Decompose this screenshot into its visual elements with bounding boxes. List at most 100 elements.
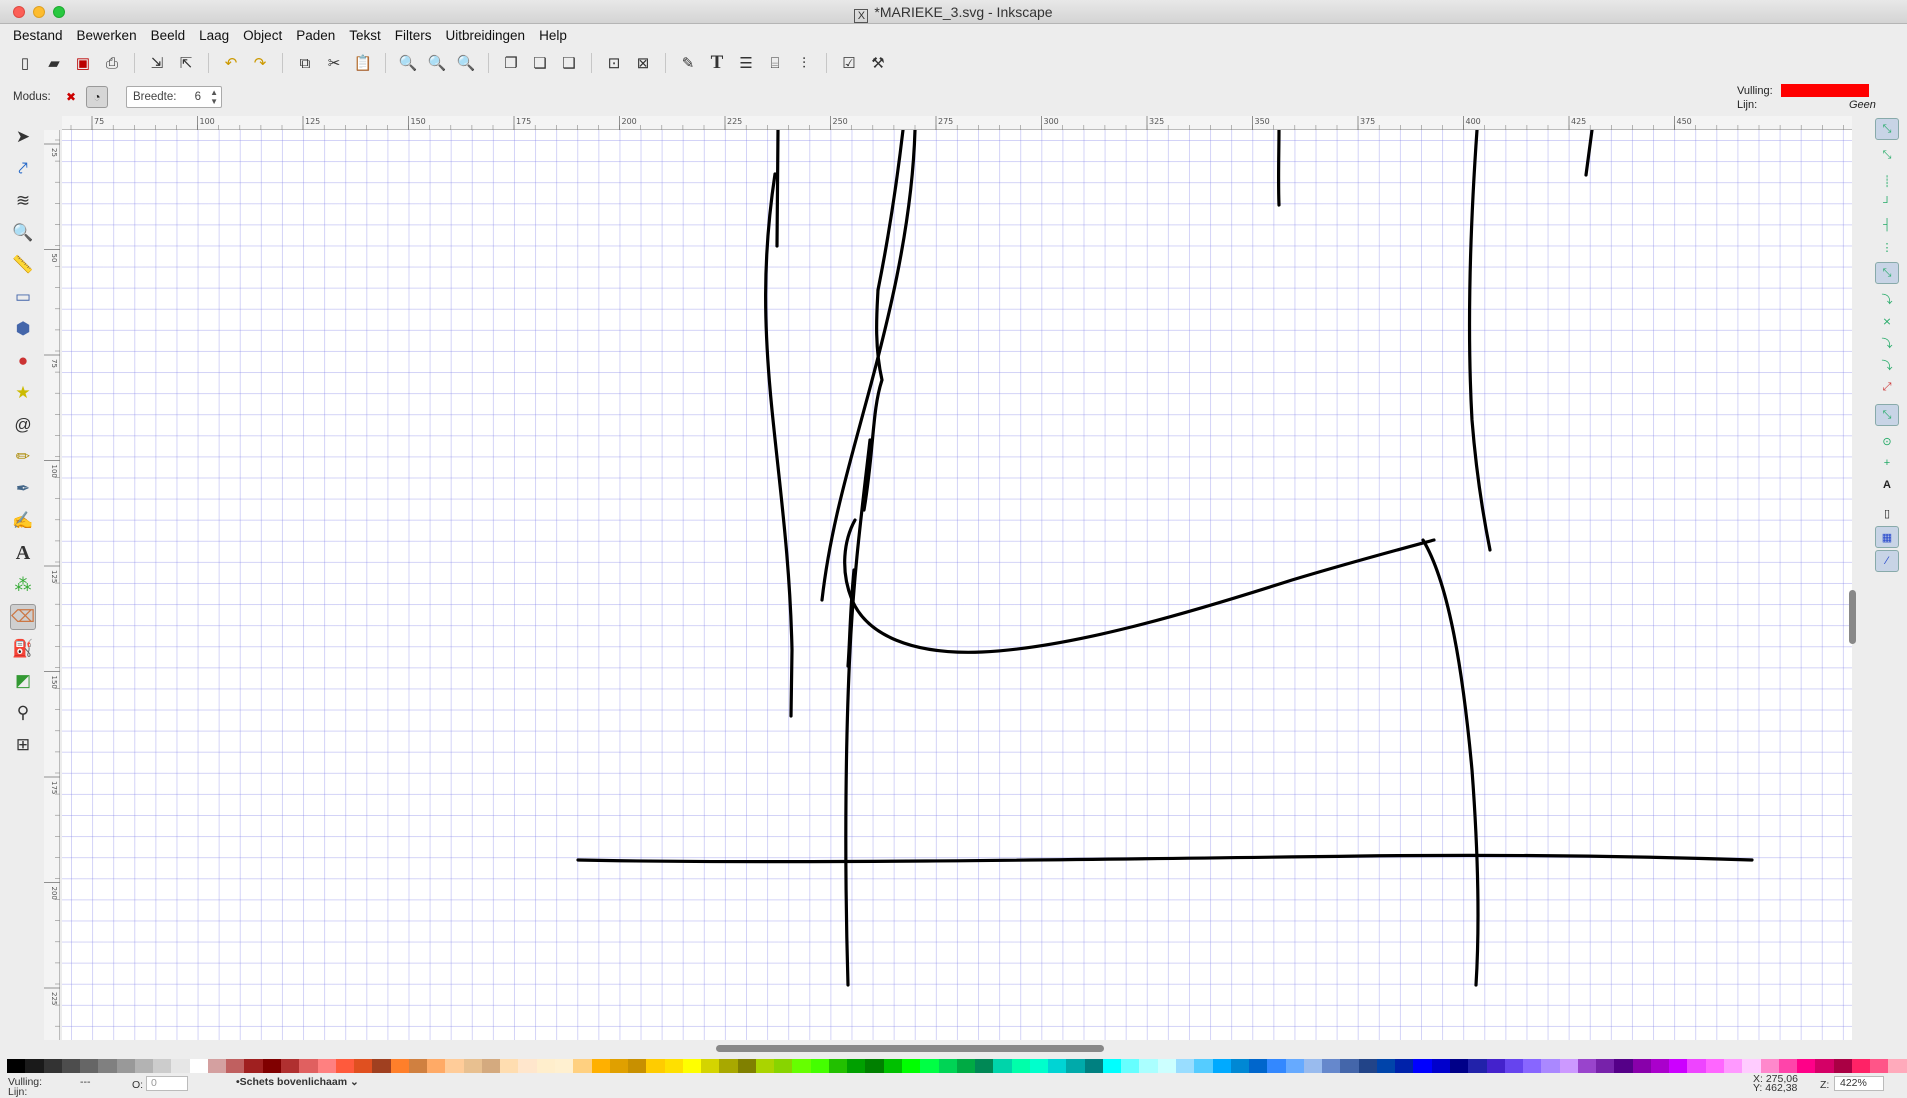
palette-swatch[interactable] — [1194, 1059, 1212, 1073]
snap-center-icon[interactable]: ⊙ — [1875, 430, 1899, 452]
palette-swatch[interactable] — [135, 1059, 153, 1073]
palette-swatch[interactable] — [1231, 1059, 1249, 1073]
palette-swatch[interactable] — [1468, 1059, 1486, 1073]
palette-swatch[interactable] — [537, 1059, 555, 1073]
ellipse-tool-icon[interactable]: ● — [10, 348, 36, 374]
menu-beeld[interactable]: Beeld — [144, 28, 193, 43]
palette-swatch[interactable] — [1761, 1059, 1779, 1073]
palette-swatch[interactable] — [372, 1059, 390, 1073]
palette-swatch[interactable] — [847, 1059, 865, 1073]
horizontal-scroll-thumb[interactable] — [716, 1045, 1104, 1052]
snap-enable-icon[interactable]: ⤡ — [1875, 118, 1899, 140]
snap-page-border-icon[interactable]: ▯ — [1875, 502, 1899, 524]
palette-swatch[interactable] — [1487, 1059, 1505, 1073]
rectangle-tool-icon[interactable]: ▭ — [10, 284, 36, 310]
palette-swatch[interactable] — [1213, 1059, 1231, 1073]
export-icon[interactable]: ⇱ — [175, 52, 197, 74]
palette-swatch[interactable] — [573, 1059, 591, 1073]
palette-swatch[interactable] — [1596, 1059, 1614, 1073]
palette-swatch[interactable] — [1377, 1059, 1395, 1073]
palette-swatch[interactable] — [738, 1059, 756, 1073]
palette-swatch[interactable] — [701, 1059, 719, 1073]
menu-paden[interactable]: Paden — [289, 28, 342, 43]
palette-swatch[interactable] — [902, 1059, 920, 1073]
palette-swatch[interactable] — [1048, 1059, 1066, 1073]
palette-swatch[interactable] — [1742, 1059, 1760, 1073]
menu-help[interactable]: Help — [532, 28, 574, 43]
palette-swatch[interactable] — [1815, 1059, 1833, 1073]
calligraphy-tool-icon[interactable]: ✍ — [10, 508, 36, 534]
palette-swatch[interactable] — [792, 1059, 810, 1073]
text-tool-icon[interactable]: A — [10, 540, 36, 566]
palette-swatch[interactable] — [281, 1059, 299, 1073]
drawing-artwork[interactable] — [62, 130, 1852, 1040]
palette-swatch[interactable] — [1523, 1059, 1541, 1073]
palette-swatch[interactable] — [171, 1059, 189, 1073]
selector-tool-icon[interactable]: ➤ — [10, 124, 36, 150]
palette-swatch[interactable] — [1578, 1059, 1596, 1073]
palette-swatch[interactable] — [354, 1059, 372, 1073]
stroke-value[interactable]: Geen — [1849, 99, 1876, 111]
snap-path-icon[interactable]: ⤵ — [1875, 288, 1899, 310]
snap-bbox-corner-icon[interactable]: ┘ — [1875, 192, 1899, 214]
palette-swatch[interactable] — [957, 1059, 975, 1073]
palette-swatch[interactable] — [1359, 1059, 1377, 1073]
eraser-tool-icon[interactable]: ⌫ — [10, 604, 36, 630]
palette-swatch[interactable] — [884, 1059, 902, 1073]
snap-bbox-edge-icon[interactable]: ┊ — [1875, 170, 1899, 192]
palette-swatch[interactable] — [409, 1059, 427, 1073]
palette-swatch[interactable] — [190, 1059, 208, 1073]
document-properties-icon[interactable]: ☑ — [838, 52, 860, 74]
horizontal-ruler[interactable]: 7510012515017520022525027530032535037540… — [62, 116, 1852, 130]
palette-swatch[interactable] — [244, 1059, 262, 1073]
snap-smooth-icon[interactable]: ⤵ — [1875, 354, 1899, 376]
menu-uitbreidingen[interactable]: Uitbreidingen — [439, 28, 533, 43]
zoom-input[interactable]: 422% — [1834, 1076, 1884, 1091]
palette-swatch[interactable] — [1286, 1059, 1304, 1073]
zoom-page-icon[interactable]: 🔍 — [455, 52, 477, 74]
palette-swatch[interactable] — [299, 1059, 317, 1073]
gradient-tool-icon[interactable]: ◩ — [10, 668, 36, 694]
palette-swatch[interactable] — [1267, 1059, 1285, 1073]
palette-swatch[interactable] — [391, 1059, 409, 1073]
palette-swatch[interactable] — [1505, 1059, 1523, 1073]
palette-swatch[interactable] — [1651, 1059, 1669, 1073]
copy-icon[interactable]: ⧉ — [294, 52, 316, 74]
palette-swatch[interactable] — [500, 1059, 518, 1073]
width-spinbox[interactable]: Breedte: 6 ▲▼ — [126, 86, 222, 108]
palette-swatch[interactable] — [1888, 1059, 1906, 1073]
canvas[interactable] — [62, 130, 1852, 1040]
palette-swatch[interactable] — [1103, 1059, 1121, 1073]
palette-swatch[interactable] — [1852, 1059, 1870, 1073]
palette-swatch[interactable] — [263, 1059, 281, 1073]
palette-swatch[interactable] — [1560, 1059, 1578, 1073]
layer-selector[interactable]: •Schets bovenlichaam ⌄ — [236, 1076, 359, 1092]
snap-bbox-midpoint-icon[interactable]: ┤ — [1875, 214, 1899, 236]
open-folder-icon[interactable]: ▰ — [43, 52, 65, 74]
menu-bestand[interactable]: Bestand — [6, 28, 70, 43]
palette-swatch[interactable] — [1139, 1059, 1157, 1073]
layers-icon[interactable]: ☰ — [735, 52, 757, 74]
xml-editor-icon[interactable]: ⌸ — [764, 52, 786, 74]
align-distribute-icon[interactable]: ⫶ — [793, 52, 815, 74]
box-3d-tool-icon[interactable]: ⬢ — [10, 316, 36, 342]
palette-swatch[interactable] — [25, 1059, 43, 1073]
snap-nodes-icon[interactable]: ⤡ — [1875, 262, 1899, 284]
palette-swatch[interactable] — [208, 1059, 226, 1073]
palette-swatch[interactable] — [1121, 1059, 1139, 1073]
palette-swatch[interactable] — [1687, 1059, 1705, 1073]
unlink-clone-icon[interactable]: ❑ — [558, 52, 580, 74]
preferences-icon[interactable]: ⚒ — [867, 52, 889, 74]
palette-swatch[interactable] — [318, 1059, 336, 1073]
palette-swatch[interactable] — [592, 1059, 610, 1073]
save-icon[interactable]: ▣ — [72, 52, 94, 74]
palette-swatch[interactable] — [1633, 1059, 1651, 1073]
status-opacity-input[interactable]: 0 — [146, 1076, 188, 1091]
cut-icon[interactable]: ✂ — [323, 52, 345, 74]
palette-swatch[interactable] — [226, 1059, 244, 1073]
palette-swatch[interactable] — [939, 1059, 957, 1073]
node-tool-icon[interactable]: ⤤ — [10, 156, 36, 182]
print-icon[interactable]: ⎙ — [101, 52, 123, 74]
ungroup-icon[interactable]: ⊠ — [632, 52, 654, 74]
redo-icon[interactable]: ↷ — [249, 52, 271, 74]
